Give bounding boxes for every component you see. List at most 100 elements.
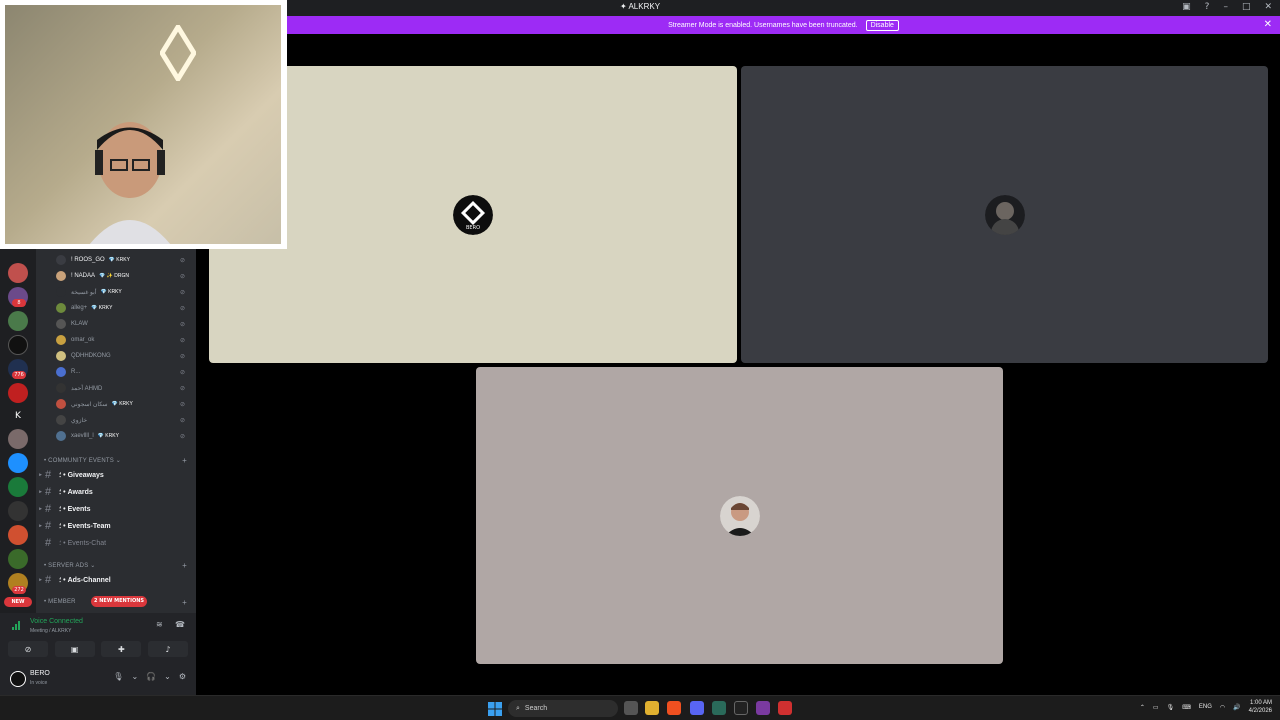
task-view-icon[interactable] <box>624 701 638 715</box>
settings-gear-icon[interactable]: ⚙ <box>179 672 186 681</box>
new-mentions-pill[interactable]: 2 NEW MENTIONS <box>91 596 147 607</box>
windows-start-icon[interactable] <box>488 702 502 716</box>
soundboard-button[interactable]: ♪ <box>147 641 188 657</box>
member-name: R... <box>71 369 81 375</box>
help-icon[interactable]: ? <box>1205 2 1210 12</box>
channel-ads[interactable]: ▸ # ؛ • Ads-Channel <box>36 572 191 587</box>
minimize-icon[interactable]: – <box>1223 2 1228 12</box>
taskbar-search[interactable]: ⌕ Search <box>508 700 618 717</box>
voice-member[interactable]: R... ⊘ <box>56 365 191 379</box>
muted-icon: ⊘ <box>179 289 185 296</box>
add-channel-icon[interactable]: + <box>182 598 187 607</box>
avatar <box>56 431 66 441</box>
soundboard-icon: ♪ <box>165 644 171 654</box>
server-icon[interactable] <box>8 263 28 283</box>
video-tile-user-3[interactable] <box>476 367 1003 664</box>
video-tile-bero[interactable]: BERO <box>209 66 737 363</box>
hash-icon: # <box>45 502 52 515</box>
member-name: أحمد AHMD <box>71 385 103 392</box>
disconnect-icon[interactable]: ☎ <box>175 620 185 629</box>
keyboard-icon[interactable]: ⌨ <box>1182 704 1191 711</box>
voice-member[interactable]: أبو غسيخة 💎 KRKY ⊘ <box>56 285 191 299</box>
server-icon[interactable] <box>8 383 28 403</box>
avatar[interactable] <box>10 671 26 687</box>
voice-member[interactable]: xaevllll_l 💎 KRKY ⊘ <box>56 429 191 443</box>
member-name: QDHHDKONG <box>71 353 111 359</box>
headphones-icon[interactable]: 🎧 <box>146 672 156 681</box>
server-icon[interactable] <box>8 501 28 521</box>
volume-icon[interactable]: 🔊 <box>1233 704 1240 711</box>
hash-icon: # <box>45 573 52 586</box>
close-window-icon[interactable]: ✕ <box>1264 2 1272 12</box>
add-channel-icon[interactable]: + <box>182 456 187 465</box>
channel-awards[interactable]: ▸ # ؛ • Awards <box>36 484 191 499</box>
file-explorer-icon[interactable] <box>645 701 659 715</box>
channel-events[interactable]: ▸ # ؛ • Events <box>36 501 191 516</box>
server-icon[interactable] <box>8 477 28 497</box>
member-name: omar_ok <box>71 337 95 343</box>
activities-button[interactable]: ✚ <box>101 641 142 657</box>
server-icon[interactable] <box>8 549 28 569</box>
channel-events-team[interactable]: ▸ # ؛ • Events-Team <box>36 518 191 533</box>
chevron-up-icon[interactable]: ⌃ <box>1140 704 1145 711</box>
browser-icon[interactable] <box>667 701 681 715</box>
microphone-icon[interactable]: 🎙 <box>113 672 123 681</box>
noise-suppression-icon[interactable]: ≋ <box>156 620 163 629</box>
bero-logo-icon: BERO <box>453 194 493 235</box>
voice-member[interactable]: ! NADAA 💎 ✨ DRGN ⊘ <box>56 269 191 283</box>
network-icon[interactable]: ▭ <box>1153 704 1159 711</box>
lamp-shape <box>160 25 196 81</box>
avatar <box>56 367 66 377</box>
close-banner-icon[interactable]: ✕ <box>1264 19 1272 30</box>
video-tile-user-2[interactable] <box>741 66 1268 363</box>
member-name: ! NADAA <box>71 273 96 279</box>
discord-app-icon[interactable] <box>690 701 704 715</box>
voice-member[interactable]: أحمد AHMD ⊘ <box>56 381 191 395</box>
disable-streamer-mode-button[interactable]: Disable <box>865 19 899 31</box>
capcut-icon[interactable] <box>734 701 748 715</box>
new-servers-pill[interactable]: NEW <box>4 597 32 607</box>
server-icon[interactable] <box>8 429 28 449</box>
language-indicator[interactable]: ENG <box>1199 704 1212 710</box>
server-icon-k[interactable]: K <box>8 406 28 426</box>
category-community-events[interactable]: • COMMUNITY EVENTS ⌄ + <box>44 454 194 466</box>
server-icon[interactable] <box>8 311 28 331</box>
server-icon[interactable] <box>8 335 28 355</box>
microphone-icon[interactable]: 🎙 <box>1167 704 1175 711</box>
voice-member[interactable]: QDHHDKONG ⊘ <box>56 349 191 363</box>
app-icon[interactable] <box>712 701 726 715</box>
channel-giveaways[interactable]: ▸ # ؛ • Giveaways <box>36 467 191 482</box>
app-icon[interactable] <box>778 701 792 715</box>
chevron-down-icon[interactable]: ⌄ <box>131 672 138 681</box>
screen-share-button[interactable]: ▣ <box>54 641 95 657</box>
app-icon[interactable] <box>756 701 770 715</box>
voice-member[interactable]: alleg+ 💎 KRKY ⊘ <box>56 301 191 315</box>
server-icon[interactable] <box>8 525 28 545</box>
wifi-icon[interactable]: ◠ <box>1220 704 1225 711</box>
user-status: In voice <box>30 680 48 686</box>
category-server-ads[interactable]: • SERVER ADS ⌄ + <box>44 559 194 571</box>
inbox-icon[interactable]: ▣ <box>1182 2 1191 12</box>
voice-status[interactable]: Voice Connected <box>30 618 83 625</box>
voice-connected-panel: Voice Connected Meeting / ALKRKY ≋ ☎ ⊘ ▣… <box>0 613 196 663</box>
signal-icon[interactable] <box>12 620 22 630</box>
user-avatar <box>719 495 760 536</box>
voice-member[interactable]: omar_ok ⊘ <box>56 333 191 347</box>
voice-member[interactable]: خازوي ⊘ <box>56 413 191 427</box>
chevron-down-icon[interactable]: ⌄ <box>164 672 171 681</box>
voice-member[interactable]: KLAW ⊘ <box>56 317 191 331</box>
hash-icon: # <box>45 468 52 481</box>
channel-events-chat[interactable]: # ؛ • Events-Chat <box>36 535 191 550</box>
add-channel-icon[interactable]: + <box>182 561 187 570</box>
avatar <box>56 399 66 409</box>
camera-button[interactable]: ⊘ <box>8 641 48 657</box>
clock[interactable]: 1:00 AM 4/2/2026 <box>1249 699 1272 715</box>
username[interactable]: BERO <box>30 670 50 677</box>
voice-channel-name[interactable]: Meeting / ALKRKY <box>30 628 71 634</box>
voice-member[interactable]: سكان اسجوني 💎 KRKY ⊘ <box>56 397 191 411</box>
server-tag: 💎 KRKY <box>91 305 113 311</box>
maximize-icon[interactable]: □ <box>1242 2 1251 12</box>
voice-member[interactable]: ! ROOS_GO 💎 KRKY ⊘ <box>56 253 191 267</box>
server-icon[interactable] <box>8 453 28 473</box>
member-name: alleg+ <box>71 305 88 311</box>
